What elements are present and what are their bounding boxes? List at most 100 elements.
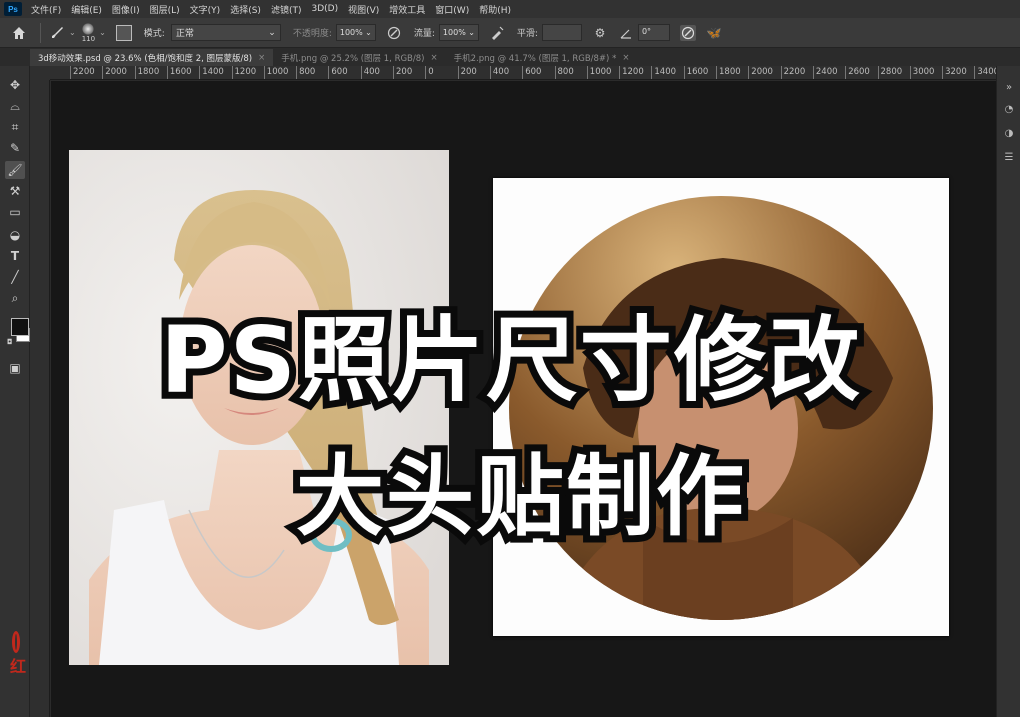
menu-image[interactable]: 图像(I) (107, 3, 145, 16)
chevron-down-icon[interactable]: ⌄ (99, 28, 106, 37)
document-tabs: 3d移动效果.psd @ 23.6% (色相/饱和度 2, 图层蒙版/8) × … (30, 49, 996, 66)
paint-bucket-tool[interactable]: ◒ (5, 226, 25, 244)
ruler-tick-label: 2000 (748, 66, 773, 79)
circle-avatar-photo (493, 178, 949, 636)
line-tool[interactable]: ╱ (5, 268, 25, 286)
home-icon (13, 26, 25, 39)
ruler-tick-label: 1600 (683, 66, 708, 79)
close-icon[interactable]: × (622, 53, 629, 63)
menu-edit[interactable]: 编辑(E) (66, 3, 107, 16)
ruler-tick-label: 1800 (716, 66, 741, 79)
ruler-tick-label: 400 (489, 66, 509, 79)
symmetry-button[interactable]: 🦋 (706, 25, 722, 41)
ruler-tick-label: 1400 (651, 66, 676, 79)
smoothing-field[interactable] (541, 24, 582, 41)
menu-window[interactable]: 窗口(W) (430, 3, 474, 16)
ruler-tick-label: 1400 (199, 66, 224, 79)
history-panel-button[interactable]: ◔ (1001, 102, 1017, 116)
portrait-photo-blonde (69, 150, 449, 665)
brush-icon (52, 26, 63, 38)
horizontal-ruler[interactable]: 2200 2000 1800 1600 1400 1200 1000 800 600 400 200… (50, 66, 996, 80)
clone-stamp-tool[interactable]: ⚒ (5, 182, 25, 200)
eyedropper-tool[interactable]: ✎ (5, 139, 25, 157)
airbrush-toggle[interactable] (489, 25, 505, 41)
ruler-tick-label: 400 (360, 66, 380, 79)
flow-field[interactable]: 100% ⌄ (438, 24, 479, 41)
menu-filter[interactable]: 滤镜(T) (266, 3, 307, 16)
ruler-tick-label: 3200 (942, 66, 967, 79)
menu-3d[interactable]: 3D(D) (306, 4, 343, 14)
blend-mode-select[interactable]: 正常 ⌄ (170, 24, 281, 41)
tab-label: 手机2.png @ 41.7% (图层 1, RGB/8#) * (453, 53, 617, 64)
menu-layer[interactable]: 图层(L) (145, 3, 185, 16)
properties-icon: ☰ (1004, 151, 1014, 163)
ruler-tick-label: 1000 (263, 66, 288, 79)
brush-angle-field[interactable]: 0° (637, 24, 670, 41)
photoshop-logo-icon[interactable]: Ps (4, 2, 22, 16)
tab-phone2[interactable]: 手机2.png @ 41.7% (图层 1, RGB/8#) * × (446, 49, 638, 66)
close-icon[interactable]: × (430, 53, 437, 63)
bucket-icon: ◒ (9, 228, 21, 242)
smoothing-options-button[interactable]: ⚙ (592, 25, 608, 41)
options-bar: ⌄ 110 ⌄ 模式: 正常 ⌄ 不透明度: 100% ⌄ 流量: 100% ⌄… (0, 18, 1020, 48)
ruler-tick-label: 3400 (974, 66, 996, 79)
menu-file[interactable]: 文件(F) (26, 3, 66, 16)
menu-type[interactable]: 文字(Y) (185, 3, 226, 16)
tab-3d-move-effect[interactable]: 3d移动效果.psd @ 23.6% (色相/饱和度 2, 图层蒙版/8) × (30, 49, 274, 66)
brush-tool-preset-button[interactable] (49, 25, 65, 41)
foreground-color-swatch[interactable] (11, 318, 29, 336)
brush-size-picker[interactable]: 110 (82, 22, 95, 43)
menu-plugins[interactable]: 增效工具 (384, 3, 430, 16)
menu-select[interactable]: 选择(S) (225, 3, 266, 16)
ruler-tick-label: 800 (296, 66, 315, 79)
red-mark-text: 红 (10, 657, 27, 676)
portrait-illustration (69, 150, 449, 665)
menu-help[interactable]: 帮助(H) (474, 3, 516, 16)
chevron-down-icon: ⌄ (268, 27, 276, 38)
chevron-down-icon: ⌄ (365, 28, 372, 37)
brush-settings-panel-icon[interactable] (115, 24, 132, 41)
angle-icon (618, 25, 634, 41)
panel-collapse-button[interactable]: » (1001, 80, 1017, 94)
double-chevron-icon: » (1005, 81, 1013, 93)
lasso-icon: ⌓ (10, 98, 20, 113)
adjustments-panel-button[interactable]: ◑ (1001, 126, 1017, 140)
lasso-tool[interactable]: ⌓ (5, 97, 25, 115)
home-button[interactable] (6, 22, 32, 44)
close-icon[interactable]: × (258, 53, 265, 63)
document-canvas[interactable]: PS照片尺寸修改 大头贴制作 (51, 81, 996, 717)
ruler-tick-label: 200 (457, 66, 477, 79)
vertical-ruler[interactable] (30, 80, 50, 717)
tools-panel: ✥ ⌓ ⌗ ✎ 🖌 ⚒ ▭ ◒ T ╱ ⌕ ◘ ▣ 红 (0, 66, 30, 717)
properties-panel-button[interactable]: ☰ (1001, 150, 1017, 164)
quick-mask-button[interactable]: ▣ (5, 359, 25, 377)
opacity-field[interactable]: 100% ⌄ (335, 24, 376, 41)
zoom-icon: ⌕ (11, 290, 19, 305)
divider (40, 22, 41, 43)
pen-pressure-icon (387, 26, 400, 39)
zoom-tool[interactable]: ⌕ (5, 289, 25, 307)
tab-phone[interactable]: 手机.png @ 25.2% (图层 1, RGB/8) × (273, 49, 445, 66)
default-colors-icon[interactable]: ◘ (7, 338, 13, 346)
ruler-tick-label: 1200 (619, 66, 644, 79)
type-tool[interactable]: T (5, 247, 25, 265)
brush-tool[interactable]: 🖌 (5, 161, 25, 179)
line-icon: ╱ (11, 270, 19, 284)
menu-view[interactable]: 视图(V) (343, 3, 384, 16)
blend-mode-value: 正常 (175, 29, 194, 39)
ruler-tick-label: 2200 (70, 66, 95, 79)
ruler-tick-label: 2800 (877, 66, 902, 79)
eraser-tool[interactable]: ▭ (5, 203, 25, 221)
move-tool[interactable]: ✥ (5, 76, 25, 94)
ruler-tick-label: 800 (554, 66, 574, 79)
chevron-down-icon: ⌄ (468, 28, 475, 37)
mode-label: 模式: (143, 29, 165, 39)
flow-value: 100% (442, 28, 466, 37)
pressure-opacity-toggle[interactable] (386, 25, 402, 41)
ruler-corner[interactable] (30, 66, 50, 80)
crop-tool[interactable]: ⌗ (5, 118, 25, 136)
ruler-tick-label: 2200 (780, 66, 805, 79)
ruler-tick-label: 2000 (102, 66, 127, 79)
pressure-size-toggle[interactable] (679, 24, 696, 41)
chevron-down-icon[interactable]: ⌄ (69, 28, 76, 37)
